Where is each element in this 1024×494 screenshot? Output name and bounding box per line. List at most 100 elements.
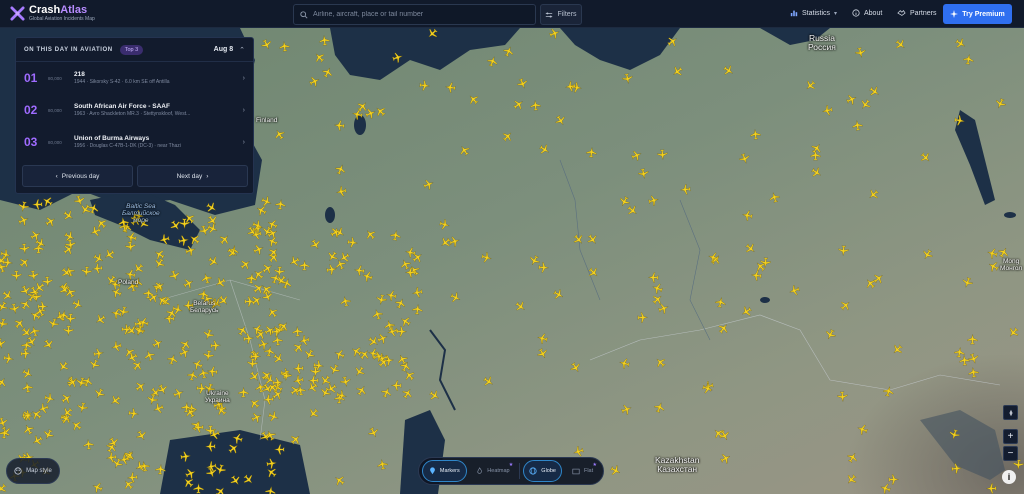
plane-marker-icon[interactable]	[837, 391, 849, 403]
globe-toggle[interactable]: Globe	[523, 460, 563, 482]
panel-header[interactable]: ON THIS DAY IN AVIATION Top 3 Aug 8 ⌃	[16, 38, 253, 62]
plane-marker-icon[interactable]	[294, 384, 307, 397]
next-day-button[interactable]: Next day ›	[137, 165, 248, 187]
plane-marker-icon[interactable]	[247, 357, 259, 369]
plane-marker-icon[interactable]	[376, 458, 389, 471]
about-link[interactable]: About	[852, 9, 882, 17]
previous-day-button[interactable]: ‹ Previous day	[22, 165, 133, 187]
plane-marker-icon[interactable]	[192, 483, 204, 494]
plane-marker-icon[interactable]	[851, 119, 863, 131]
plane-marker-icon[interactable]	[271, 335, 283, 347]
plane-marker-icon[interactable]	[2, 352, 15, 365]
plane-marker-icon[interactable]	[953, 114, 966, 127]
plane-marker-icon[interactable]	[274, 198, 286, 210]
plane-marker-icon[interactable]	[207, 366, 219, 378]
plane-marker-icon[interactable]	[193, 422, 205, 434]
plane-marker-icon[interactable]	[265, 457, 277, 469]
plane-marker-icon[interactable]	[346, 236, 358, 248]
plane-marker-icon[interactable]	[63, 325, 75, 336]
plane-marker-icon[interactable]	[37, 301, 48, 312]
chevron-up-icon[interactable]: ⌃	[239, 46, 245, 54]
plane-marker-icon[interactable]	[92, 347, 105, 360]
plane-marker-icon[interactable]	[209, 340, 221, 352]
plane-marker-icon[interactable]	[637, 311, 649, 323]
plane-marker-icon[interactable]	[32, 199, 44, 210]
plane-marker-icon[interactable]	[262, 394, 274, 406]
plane-marker-icon[interactable]	[419, 79, 431, 91]
plane-marker-icon[interactable]	[293, 362, 305, 374]
plane-marker-icon[interactable]	[395, 326, 407, 338]
plane-marker-icon[interactable]	[83, 438, 95, 450]
plane-marker-icon[interactable]	[278, 41, 290, 53]
plane-marker-icon[interactable]	[967, 366, 980, 379]
plane-marker-icon[interactable]	[962, 53, 975, 66]
incident-item[interactable]: 01 80,000 218 1944 · Sikorsky S-42 · 6.0…	[16, 62, 253, 94]
plane-marker-icon[interactable]	[76, 401, 89, 414]
plane-marker-icon[interactable]	[27, 269, 40, 282]
plane-marker-icon[interactable]	[404, 246, 417, 259]
plane-marker-icon[interactable]	[749, 128, 761, 140]
plane-marker-icon[interactable]	[367, 347, 380, 360]
plane-marker-icon[interactable]	[751, 269, 763, 281]
plane-marker-icon[interactable]	[81, 266, 93, 278]
plane-marker-icon[interactable]	[64, 238, 77, 251]
info-button[interactable]: i	[1002, 470, 1016, 484]
zoom-in-button[interactable]: +	[1003, 429, 1018, 444]
plane-marker-icon[interactable]	[810, 150, 821, 161]
plane-marker-icon[interactable]	[21, 381, 34, 394]
plane-marker-icon[interactable]	[657, 148, 669, 160]
plane-marker-icon[interactable]	[648, 272, 659, 283]
plane-marker-icon[interactable]	[353, 265, 365, 277]
plane-marker-icon[interactable]	[2, 257, 14, 269]
plane-marker-icon[interactable]	[714, 296, 727, 309]
filters-button[interactable]: Filters	[540, 4, 582, 25]
plane-marker-icon[interactable]	[966, 334, 978, 345]
try-premium-button[interactable]: Try Premium	[943, 4, 1012, 24]
plane-marker-icon[interactable]	[138, 460, 151, 473]
plane-marker-icon[interactable]	[951, 463, 963, 475]
plane-marker-icon[interactable]	[0, 427, 11, 439]
plane-marker-icon[interactable]	[375, 293, 388, 306]
plane-marker-icon[interactable]	[986, 483, 997, 494]
plane-marker-icon[interactable]	[105, 451, 118, 464]
plane-marker-icon[interactable]	[585, 146, 597, 158]
plane-marker-icon[interactable]	[959, 354, 971, 366]
plane-marker-icon[interactable]	[20, 340, 33, 353]
plane-marker-icon[interactable]	[318, 34, 330, 46]
statistics-menu[interactable]: Statistics ▾	[790, 9, 837, 17]
plane-marker-icon[interactable]	[124, 240, 136, 252]
plane-marker-icon[interactable]	[564, 80, 577, 93]
plane-marker-icon[interactable]	[238, 387, 249, 398]
search-box[interactable]	[293, 4, 536, 25]
plane-marker-icon[interactable]	[838, 245, 850, 257]
plane-marker-icon[interactable]	[22, 409, 35, 422]
heatmap-toggle[interactable]: Heatmap ★	[470, 460, 517, 482]
plane-marker-icon[interactable]	[126, 472, 138, 484]
incident-item[interactable]: 03 80,000 Union of Burma Airways 1956 · …	[16, 126, 253, 158]
plane-marker-icon[interactable]	[205, 440, 216, 452]
partners-link[interactable]: Partners	[897, 9, 936, 17]
compass-button[interactable]	[1003, 405, 1018, 420]
markers-toggle[interactable]: Markers	[422, 460, 467, 482]
flat-toggle[interactable]: Flat ★	[565, 460, 600, 482]
app-logo[interactable]: CrashAtlas Global Aviation Incidents Map	[10, 5, 290, 22]
plane-marker-icon[interactable]	[11, 270, 22, 282]
plane-marker-icon[interactable]	[127, 407, 139, 419]
incident-item[interactable]: 02 80,000 South African Air Force - SAAF…	[16, 94, 253, 126]
plane-marker-icon[interactable]	[333, 120, 345, 132]
plane-marker-icon[interactable]	[179, 450, 191, 462]
plane-marker-icon[interactable]	[57, 309, 70, 322]
plane-marker-icon[interactable]	[530, 99, 542, 111]
plane-marker-icon[interactable]	[280, 370, 293, 383]
plane-marker-icon[interactable]	[370, 307, 384, 321]
plane-marker-icon[interactable]	[264, 485, 277, 494]
plane-marker-icon[interactable]	[18, 242, 30, 254]
plane-marker-icon[interactable]	[411, 303, 423, 315]
zoom-out-button[interactable]: −	[1003, 446, 1018, 461]
plane-marker-icon[interactable]	[679, 184, 691, 196]
plane-marker-icon[interactable]	[389, 229, 402, 242]
search-input[interactable]	[313, 11, 523, 18]
plane-marker-icon[interactable]	[17, 200, 30, 213]
plane-marker-icon[interactable]	[273, 444, 285, 456]
plane-marker-icon[interactable]	[444, 81, 456, 93]
